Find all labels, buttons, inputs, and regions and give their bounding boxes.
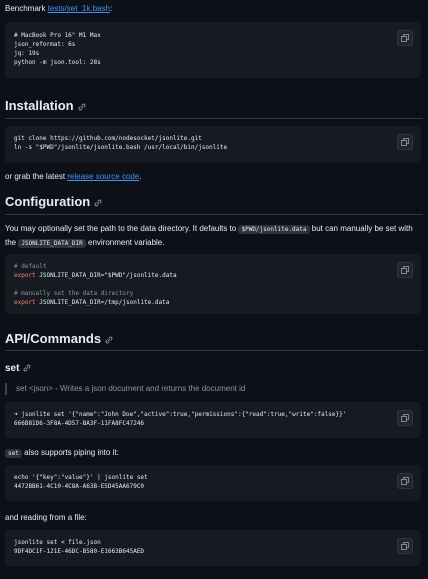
code-line: JSONLITE_DATA_DIR=/tmp/jsonlite.data — [35, 299, 170, 306]
copy-button[interactable] — [397, 134, 413, 150]
config-text-1: You may optionally set the path to the d… — [5, 224, 239, 233]
copy-button[interactable] — [397, 262, 413, 278]
copy-button[interactable] — [397, 473, 413, 489]
installation-code-block: git clone https://github.com/nodesocket/… — [5, 126, 421, 163]
link-icon[interactable] — [94, 199, 102, 207]
code-comment: # manually set the data directory — [14, 290, 134, 297]
set-heading: set — [5, 362, 31, 375]
link-icon[interactable] — [23, 364, 31, 372]
configuration-paragraph: You may optionally set the path to the d… — [5, 222, 423, 250]
configuration-code: # default export JSONLITE_DATA_DIR="$PWD… — [14, 262, 177, 307]
configuration-heading: Configuration — [5, 194, 102, 210]
copy-button[interactable] — [397, 30, 413, 46]
release-prefix: or grab the latest — [5, 172, 68, 181]
file-code-block: jsonlite set < file.json 9DF4DC1F-121E-4… — [5, 530, 421, 566]
set-description: set <json> - Writes a json document and … — [16, 384, 246, 393]
link-icon[interactable] — [105, 336, 113, 344]
default-path-code: $PWD/jsonlite.data — [238, 225, 310, 234]
copy-icon — [401, 477, 409, 485]
copy-button[interactable] — [397, 410, 413, 426]
installation-heading: Installation — [5, 98, 86, 114]
file-code: jsonlite set < file.json 9DF4DC1F-121E-4… — [14, 539, 145, 555]
copy-icon — [401, 34, 409, 42]
benchmark-code: # MacBook Pro 16" M1 Max json_reformat: … — [14, 32, 101, 66]
code-comment: # default — [14, 263, 47, 270]
copy-icon — [401, 414, 409, 422]
configuration-code-block: # default export JSONLITE_DATA_DIR="$PWD… — [5, 254, 421, 314]
copy-icon — [401, 138, 409, 146]
link-icon[interactable] — [78, 103, 86, 111]
code-keyword: export — [14, 299, 36, 306]
set-inline-code: set — [5, 449, 22, 458]
code-line: JSONLITE_DATA_DIR="$PWD"/jsonlite.data — [35, 272, 177, 279]
heading-divider — [5, 118, 423, 119]
pipe-paragraph: set also supports piping into it: — [5, 447, 423, 460]
pipe-code: echo '{"key":"value"}' | jsonlite set 44… — [14, 474, 148, 490]
pipe-code-block: echo '{"key":"value"}' | jsonlite set 44… — [5, 465, 421, 501]
heading-divider — [5, 214, 423, 215]
benchmark-label: Benchmark — [5, 4, 48, 13]
env-var-code: JSONLITE_DATA_DIR — [18, 239, 86, 248]
set-code-block: ➜ jsonlite set '{"name":"John Doe","acti… — [5, 402, 421, 438]
api-heading-text: API/Commands — [5, 331, 102, 346]
installation-code: git clone https://github.com/nodesocket/… — [14, 135, 228, 151]
release-period: . — [139, 172, 142, 181]
set-description-quote: set <json> - Writes a json document and … — [5, 383, 423, 395]
release-paragraph: or grab the latest release source code. — [5, 171, 423, 183]
benchmark-link[interactable]: tests/set_1k.bash — [48, 4, 110, 13]
code-keyword: export — [14, 272, 36, 279]
pipe-text: also supports piping into it: — [21, 448, 119, 457]
release-link[interactable]: release source code — [67, 172, 139, 181]
installation-heading-text: Installation — [5, 98, 74, 113]
benchmark-paragraph: Benchmark tests/set_1k.bash: — [5, 3, 423, 15]
benchmark-code-block: # MacBook Pro 16" M1 Max json_reformat: … — [5, 22, 421, 78]
copy-icon — [401, 542, 409, 550]
config-text-4: environment variable. — [85, 238, 165, 247]
config-text-3: the — [5, 238, 19, 247]
heading-divider — [5, 350, 423, 351]
file-paragraph: and reading from a file: — [5, 512, 423, 524]
set-heading-text: set — [5, 363, 20, 374]
copy-button[interactable] — [397, 538, 413, 554]
api-heading: API/Commands — [5, 331, 113, 347]
copy-icon — [401, 266, 409, 274]
benchmark-colon: : — [109, 4, 113, 13]
configuration-heading-text: Configuration — [5, 194, 91, 209]
config-text-2: but can manually be set with — [309, 224, 413, 233]
file-text: and reading from a file: — [5, 513, 87, 522]
set-code: ➜ jsonlite set '{"name":"John Doe","acti… — [14, 411, 347, 427]
